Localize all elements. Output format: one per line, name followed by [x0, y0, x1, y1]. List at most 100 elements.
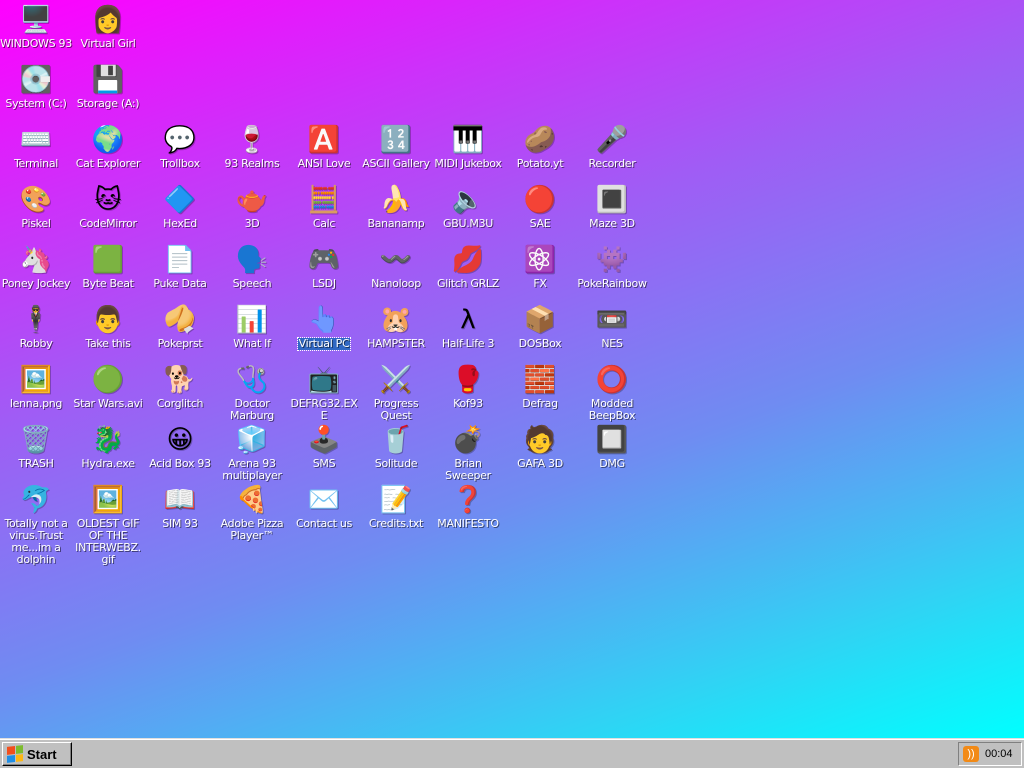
- desktop-icon-byte-beat[interactable]: 🟩 Byte Beat: [72, 244, 144, 290]
- desktop-icon-banana[interactable]: 🍌 Bananamp: [360, 184, 432, 230]
- desktop-icon-speech[interactable]: 🗣️ Speech: [216, 244, 288, 290]
- gameboy-icon: 🔲: [595, 425, 629, 455]
- desktop-icon-defrag-exe[interactable]: 📺 DEFRG32.EXE: [288, 364, 360, 422]
- desktop-icon-label: WINDOWS 93: [0, 37, 72, 50]
- desktop-icon-hard-drive[interactable]: 💽 System (C:): [0, 64, 72, 110]
- desktop-icon-virtual-pc[interactable]: 👆 Virtual PC: [288, 304, 360, 351]
- desktop-icon-palette[interactable]: 🎨 Piskel: [0, 184, 72, 230]
- desktop-icon-sms-console[interactable]: 🕹️ SMS: [288, 424, 360, 470]
- desktop-icon-trollbox[interactable]: 💬 Trollbox: [144, 124, 216, 170]
- desktop-icon-microphone[interactable]: 🎤 Recorder: [576, 124, 648, 170]
- desktop-icon-nes-console[interactable]: 📼 NES: [576, 304, 648, 350]
- desktop-icon-terminal[interactable]: ⌨️ Terminal: [0, 124, 72, 170]
- desktop-icon-dolphin[interactable]: 🐬 Totally not a virus.Trust me...im a dol…: [0, 484, 72, 566]
- desktop-icon-half-life[interactable]: λ Half-Life 3: [432, 304, 504, 350]
- desktop-icon-ansi-love[interactable]: 🅰️ ANSI Love: [288, 124, 360, 170]
- desktop-icon-hexed[interactable]: 🔷 HexEd: [144, 184, 216, 230]
- desktop-icon-nanoloop[interactable]: 〰️ Nanoloop: [360, 244, 432, 290]
- desktop-icon-label: Virtual PC: [296, 337, 352, 351]
- teapot-icon: 🫖: [235, 185, 269, 215]
- computer-icon: 🖥️: [19, 5, 53, 35]
- microphone-icon: 🎤: [595, 125, 629, 155]
- desktop-icon-teapot[interactable]: 🫖 3D: [216, 184, 288, 230]
- lips-icon: 💋: [451, 245, 485, 275]
- desktop-icon-label: SMS: [312, 457, 336, 470]
- desktop-icon-gafa-face[interactable]: 🧑 GAFA 3D: [504, 424, 576, 470]
- what-if-icon: 📊: [235, 305, 269, 335]
- desktop-icon-label: Credits.txt: [368, 517, 424, 530]
- desktop-icon-pokeprst[interactable]: 🥠 Pokeprst: [144, 304, 216, 350]
- desktop-icon-pokerainbow[interactable]: 👾 PokeRainbow: [576, 244, 648, 290]
- desktop-icon-image-file[interactable]: 🖼️ lenna.png: [0, 364, 72, 410]
- desktop-icon-calculator[interactable]: 🧮 Calc: [288, 184, 360, 230]
- desktop-icon-floppy-drive[interactable]: 💾 Storage (A:): [72, 64, 144, 110]
- desktop-icon-label: Kof93: [453, 397, 483, 410]
- desktop-icon-text-file[interactable]: 📝 Credits.txt: [360, 484, 432, 530]
- desktop-icon-playlist[interactable]: 🔈 GBU.M3U: [432, 184, 504, 230]
- desktop-icon-label: Pokeprst: [157, 337, 203, 350]
- desktop-icon-label: MIDI Jukebox: [434, 157, 502, 170]
- desktop-icon-question-mark[interactable]: ❓ MANIFESTO: [432, 484, 504, 530]
- desktop-icon-virtual-girl[interactable]: 👩 Virtual Girl: [72, 4, 144, 50]
- desktop-icon-maze[interactable]: 🔳 Maze 3D: [576, 184, 648, 230]
- desktop-icon-label: Cat Explorer: [75, 157, 141, 170]
- pokerainbow-icon: 👾: [595, 245, 629, 275]
- desktop-icon-realms[interactable]: 🍷 93 Realms: [216, 124, 288, 170]
- desktop-icon-label: HAMPSTER: [367, 337, 425, 350]
- desktop-icon-smiley[interactable]: 😀 Acid Box 93: [144, 424, 216, 470]
- desktop-icon-potato[interactable]: 🥔 Potato.yt: [504, 124, 576, 170]
- desktop-icon-fighter[interactable]: 🥊 Kof93: [432, 364, 504, 410]
- desktop-icon-label: Recorder: [588, 157, 636, 170]
- desktop-icon-label: System (C:): [5, 97, 67, 110]
- desktop-icon-pizza[interactable]: 🍕 Adobe Pizza Player™: [216, 484, 288, 542]
- desktop-icon-hydra[interactable]: 🐉 Hydra.exe: [72, 424, 144, 470]
- desktop-icon-swords[interactable]: ⚔️ Progress Quest: [360, 364, 432, 422]
- desktop-icon-hampster[interactable]: 🐹 HAMPSTER: [360, 304, 432, 350]
- yoda-icon: 🟢: [91, 365, 125, 395]
- desktop-icon-gameboy[interactable]: 🔲 DMG: [576, 424, 648, 470]
- hydra-icon: 🐉: [91, 425, 125, 455]
- desktop-icon-sae-ball[interactable]: 🔴 SAE: [504, 184, 576, 230]
- desktop-icon-cat-explorer[interactable]: 🌍 Cat Explorer: [72, 124, 144, 170]
- desktop-icon-yoda[interactable]: 🟢 Star Wars.avi: [72, 364, 144, 410]
- desktop-icon-puke-data[interactable]: 📄 Puke Data: [144, 244, 216, 290]
- desktop-icon-label: Calc: [312, 217, 336, 230]
- desktop-icon-mine[interactable]: 💣 Brian Sweeper: [432, 424, 504, 482]
- desktop-icon-midi-jukebox[interactable]: 🎹 MIDI Jukebox: [432, 124, 504, 170]
- desktop-icon-codemirror[interactable]: 🐱 CodeMirror: [72, 184, 144, 230]
- desktop-icon-lips[interactable]: 💋 Glitch GRLZ: [432, 244, 504, 290]
- calculator-icon: 🧮: [307, 185, 341, 215]
- desktop-icon-doctor[interactable]: 🩺 Doctor Marburg: [216, 364, 288, 422]
- desktop-icon-gif-file[interactable]: 🖼️ OLDEST GIF OF THE INTERWEBZ.gif: [72, 484, 144, 566]
- desktop-icon-cube[interactable]: 🧊 Arena 93 multiplayer: [216, 424, 288, 482]
- desktop-icon-label: FX: [533, 277, 547, 290]
- desktop-icon-what-if[interactable]: 📊 What If: [216, 304, 288, 350]
- desktop-icon-ascii-gallery[interactable]: 🔢 ASCII Gallery: [360, 124, 432, 170]
- desktop-icon-defrag[interactable]: 🧱 Defrag: [504, 364, 576, 410]
- defrag-icon: 🧱: [523, 365, 557, 395]
- desktop-icon-label: Solitude: [374, 457, 418, 470]
- desktop-icon-dosbox[interactable]: 📦 DOSBox: [504, 304, 576, 350]
- desktop-icon-label: 3D: [244, 217, 260, 230]
- desktop-icon-atom[interactable]: ⚛️ FX: [504, 244, 576, 290]
- desktop-icon-robby[interactable]: 🕴️ Robby: [0, 304, 72, 350]
- rss-icon[interactable]: )): [963, 746, 979, 762]
- desktop-icon-trash[interactable]: 🗑️ TRASH: [0, 424, 72, 470]
- lsdj-icon: 🎮: [307, 245, 341, 275]
- desktop-icon-solitude[interactable]: 🥤 Solitude: [360, 424, 432, 470]
- cat-explorer-icon: 🌍: [91, 125, 125, 155]
- desktop-icon-contact[interactable]: ✉️ Contact us: [288, 484, 360, 530]
- start-button[interactable]: Start: [2, 742, 72, 766]
- desktop-icon-label: GBU.M3U: [442, 217, 494, 230]
- desktop-icon-lsdj[interactable]: 🎮 LSDJ: [288, 244, 360, 290]
- question-mark-icon: ❓: [451, 485, 485, 515]
- desktop-icon-pony[interactable]: 🦄 Poney Jockey: [0, 244, 72, 290]
- dolphin-icon: 🐬: [19, 485, 53, 515]
- desktop-icon-label: DMG: [599, 457, 625, 470]
- palette-icon: 🎨: [19, 185, 53, 215]
- desktop-icon-beepbox[interactable]: ⭕ Modded BeepBox: [576, 364, 648, 422]
- desktop-icon-take-this[interactable]: 👨 Take this: [72, 304, 144, 350]
- desktop-icon-sim-book[interactable]: 📖 SIM 93: [144, 484, 216, 530]
- desktop-icon-corgi[interactable]: 🐕 Corglitch: [144, 364, 216, 410]
- desktop-icon-computer[interactable]: 🖥️ WINDOWS 93: [0, 4, 72, 50]
